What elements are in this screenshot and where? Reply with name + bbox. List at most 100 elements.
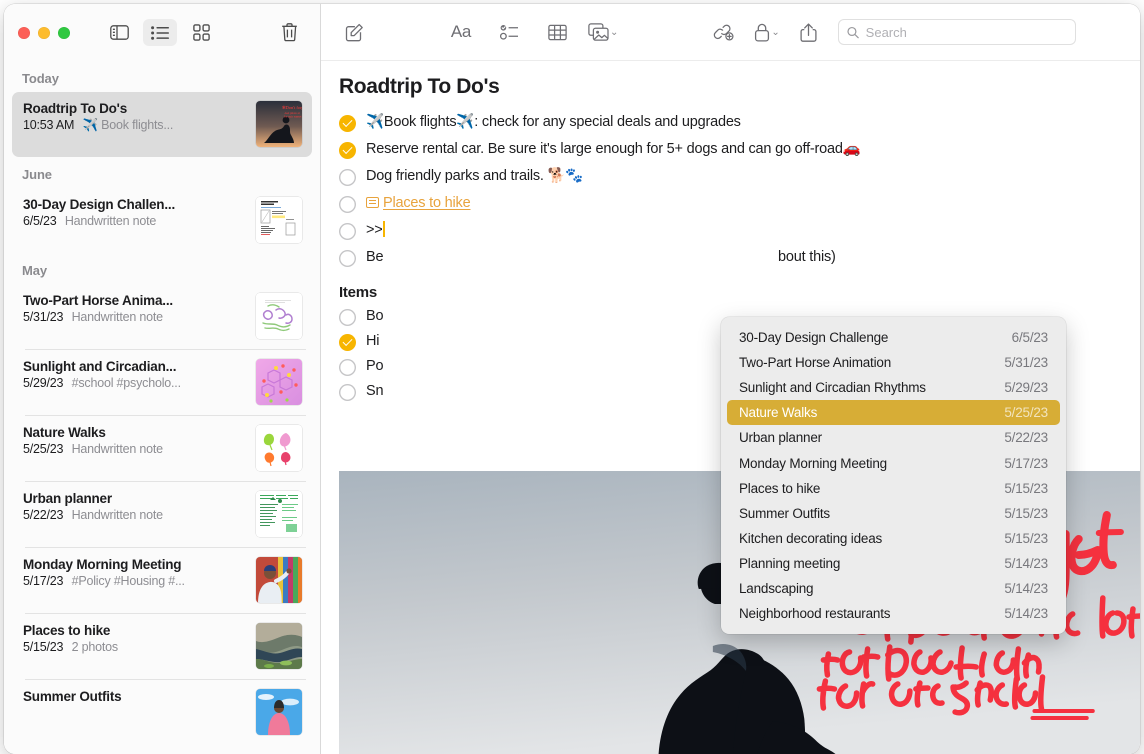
list-item[interactable]: Nature Walks 5/25/23 Handwritten note bbox=[12, 416, 312, 481]
list-item[interactable]: Sunlight and Circadian... 5/29/23 #schoo… bbox=[12, 350, 312, 415]
note-link-suggestions-popup[interactable]: 30-Day Design Challenge 6/5/23 Two-Part … bbox=[721, 317, 1066, 634]
list-view-icon[interactable] bbox=[143, 19, 177, 46]
zoom-button[interactable] bbox=[58, 27, 70, 39]
list-item[interactable]: Roadtrip To Do's 10:53 AM ✈️ Book flight… bbox=[12, 92, 312, 157]
notes-list[interactable]: Today Roadtrip To Do's 10:53 AM ✈️ Book … bbox=[4, 61, 320, 754]
lock-icon[interactable]: ⌄ bbox=[754, 17, 779, 47]
note-content[interactable]: Roadtrip To Do's ✈️Book flights✈️: check… bbox=[321, 61, 1140, 754]
chevron-down-icon[interactable]: ⌄ bbox=[610, 27, 618, 38]
checkbox-unchecked[interactable] bbox=[339, 384, 356, 401]
compose-note-icon[interactable] bbox=[337, 17, 371, 47]
list-item[interactable]: Urban planner 5/22/23 Handwritten note bbox=[12, 482, 312, 547]
note-thumbnail bbox=[256, 557, 302, 603]
group-header-may: May bbox=[4, 253, 320, 284]
note-meta: 5/31/23 Handwritten note bbox=[23, 310, 246, 324]
list-item[interactable]: Two-Part Horse Anima... 5/31/23 Handwrit… bbox=[12, 284, 312, 349]
checklist-text: Dog friendly parks and trails. 🐕🐾 bbox=[366, 167, 583, 185]
chevron-down-icon[interactable]: ⌄ bbox=[771, 27, 779, 38]
popup-item[interactable]: Planning meeting 5/14/23 bbox=[727, 551, 1060, 576]
popup-item[interactable]: Kitchen decorating ideas 5/15/23 bbox=[727, 526, 1060, 551]
checkbox-checked[interactable] bbox=[339, 115, 356, 132]
note-date: 5/22/23 bbox=[23, 508, 63, 522]
popup-item[interactable]: Places to hike 5/15/23 bbox=[727, 476, 1060, 501]
note-thumbnail bbox=[256, 425, 302, 471]
checkbox-unchecked[interactable] bbox=[339, 359, 356, 376]
note-preview: Handwritten note bbox=[72, 442, 163, 456]
note-title: Two-Part Horse Anima... bbox=[23, 293, 246, 308]
list-item[interactable]: Monday Morning Meeting 5/17/23 #Policy #… bbox=[12, 548, 312, 613]
checklist-item[interactable]: Reserve rental car. Be sure it's large e… bbox=[321, 140, 1140, 167]
note-date: 5/25/23 bbox=[23, 442, 63, 456]
popup-item-title: Summer Outfits bbox=[739, 506, 830, 521]
search-icon bbox=[847, 26, 859, 39]
note-thumbnail: ✻Don't forg -Get photo at for epic sunse… bbox=[256, 101, 302, 147]
checklist-text-head: Be bbox=[366, 249, 383, 265]
note-editor-pane: Aa bbox=[321, 4, 1140, 754]
table-icon[interactable] bbox=[540, 17, 574, 47]
note-title: Roadtrip To Do's bbox=[23, 101, 246, 116]
popup-item[interactable]: Summer Outfits 5/15/23 bbox=[727, 501, 1060, 526]
checklist-icon[interactable] bbox=[492, 17, 526, 47]
note-title: Places to hike bbox=[23, 623, 246, 638]
checkbox-checked[interactable] bbox=[339, 334, 356, 351]
popup-item-selected[interactable]: Nature Walks 5/25/23 bbox=[727, 400, 1060, 425]
checkbox-checked[interactable] bbox=[339, 142, 356, 159]
list-item[interactable]: Summer Outfits bbox=[12, 680, 312, 745]
note-meta bbox=[23, 706, 246, 720]
search-input[interactable] bbox=[866, 25, 1067, 40]
checkbox-unchecked[interactable] bbox=[339, 196, 356, 213]
section-heading: Items bbox=[321, 275, 1140, 307]
checkbox-unchecked[interactable] bbox=[339, 223, 356, 240]
add-link-icon[interactable] bbox=[706, 17, 740, 47]
checklist-text: ✈️Book flights✈️: check for any special … bbox=[366, 113, 741, 131]
checklist-item[interactable]: ✈️Book flights✈️: check for any special … bbox=[321, 113, 1140, 140]
checklist-item-typing[interactable]: >> bbox=[321, 221, 1140, 248]
popup-item-date: 5/14/23 bbox=[1004, 556, 1048, 571]
checklist-text-tail: bout this) bbox=[778, 248, 836, 266]
checkbox-unchecked[interactable] bbox=[339, 250, 356, 267]
traffic-lights bbox=[18, 27, 70, 39]
popup-item[interactable]: Neighborhood restaurants 5/14/23 bbox=[727, 601, 1060, 626]
media-icon[interactable]: ⌄ bbox=[588, 17, 618, 47]
list-item[interactable]: 30-Day Design Challen... 6/5/23 Handwrit… bbox=[12, 188, 312, 253]
notes-window: Today Roadtrip To Do's 10:53 AM ✈️ Book … bbox=[4, 4, 1140, 754]
popup-item[interactable]: Urban planner 5/22/23 bbox=[727, 425, 1060, 450]
popup-item[interactable]: Two-Part Horse Animation 5/31/23 bbox=[727, 350, 1060, 375]
gallery-view-icon[interactable] bbox=[184, 19, 218, 46]
note-preview: ✈️ Book flights... bbox=[83, 118, 174, 132]
list-item[interactable]: Places to hike 5/15/23 2 photos bbox=[12, 614, 312, 679]
checklist-item[interactable]: Be bout this) bbox=[321, 248, 1140, 275]
search-field[interactable] bbox=[838, 19, 1076, 45]
sidebar-toggle-icon[interactable] bbox=[102, 19, 136, 46]
note-date: 10:53 AM bbox=[23, 118, 74, 132]
checklist-item[interactable]: Dog friendly parks and trails. 🐕🐾 bbox=[321, 167, 1140, 194]
popup-item[interactable]: Monday Morning Meeting 5/17/23 bbox=[727, 450, 1060, 475]
checkbox-unchecked[interactable] bbox=[339, 169, 356, 186]
note-meta: 5/17/23 #Policy #Housing #... bbox=[23, 574, 246, 588]
minimize-button[interactable] bbox=[38, 27, 50, 39]
close-button[interactable] bbox=[18, 27, 30, 39]
checklist-text: Sn bbox=[366, 382, 383, 400]
note-thumbnail bbox=[256, 491, 302, 537]
popup-item-date: 5/15/23 bbox=[1004, 481, 1048, 496]
popup-item[interactable]: Landscaping 5/14/23 bbox=[727, 576, 1060, 601]
delete-note-icon[interactable] bbox=[272, 19, 306, 46]
note-meta: 5/22/23 Handwritten note bbox=[23, 508, 246, 522]
note-meta: 5/25/23 Handwritten note bbox=[23, 442, 246, 456]
note-title: Monday Morning Meeting bbox=[23, 557, 246, 572]
popup-item[interactable]: 30-Day Design Challenge 6/5/23 bbox=[727, 325, 1060, 350]
note-preview: #school #psycholo... bbox=[72, 376, 181, 390]
note-thumbnail bbox=[256, 293, 302, 339]
note-title: Urban planner bbox=[23, 491, 246, 506]
note-date: 5/29/23 bbox=[23, 376, 63, 390]
popup-item[interactable]: Sunlight and Circadian Rhythms 5/29/23 bbox=[727, 375, 1060, 400]
popup-item-date: 5/29/23 bbox=[1004, 380, 1048, 395]
checklist-item-note-link[interactable]: Places to hike bbox=[321, 194, 1140, 221]
note-preview: #Policy #Housing #... bbox=[72, 574, 185, 588]
popup-item-title: Urban planner bbox=[739, 430, 822, 445]
note-link-text[interactable]: Places to hike bbox=[383, 195, 470, 211]
share-icon[interactable] bbox=[792, 17, 826, 47]
page-title: Roadtrip To Do's bbox=[321, 75, 1140, 113]
checkbox-unchecked[interactable] bbox=[339, 309, 356, 326]
format-icon[interactable]: Aa bbox=[444, 17, 478, 47]
